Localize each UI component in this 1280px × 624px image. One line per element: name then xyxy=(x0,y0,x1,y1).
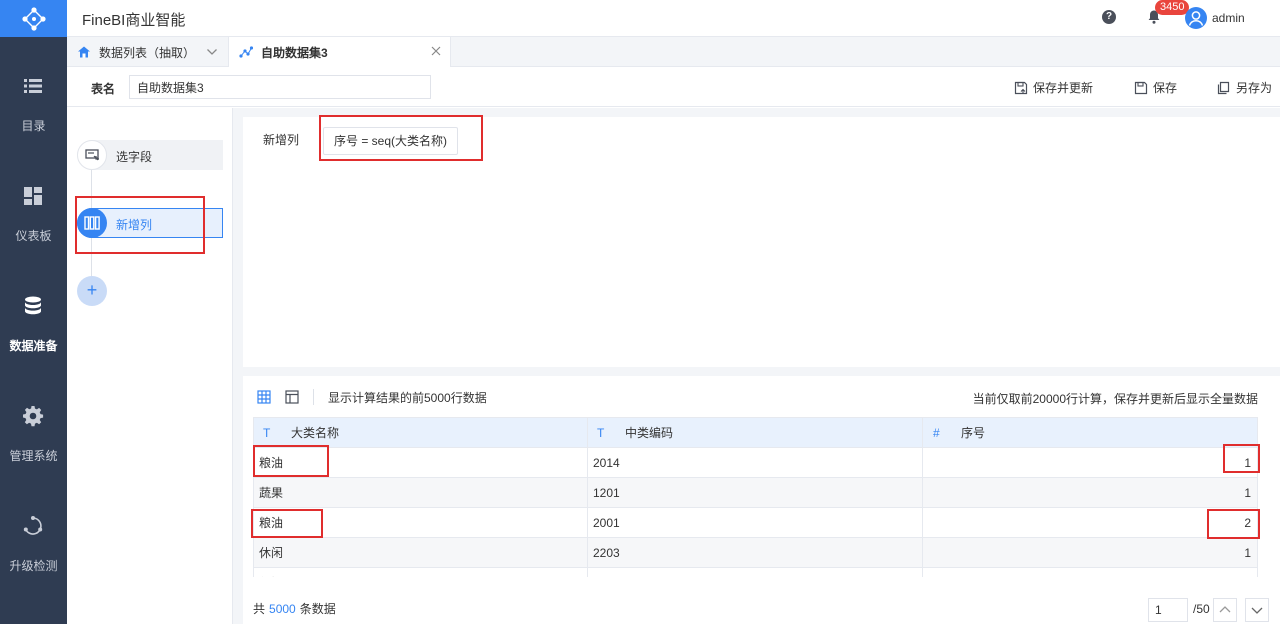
table-cell[interactable]: 休闲 xyxy=(254,568,588,577)
table-row: 休闲 xyxy=(254,568,1257,577)
highlight-box-row1-seq xyxy=(1223,444,1260,473)
page-total: /50 xyxy=(1193,602,1210,616)
column-header[interactable]: T 大类名称 xyxy=(254,418,588,448)
preview-toolbar: 显示计算结果的前5000行数据 xyxy=(257,388,487,406)
text-type-icon: T xyxy=(263,426,271,440)
save-as-label: 另存为 xyxy=(1236,81,1273,95)
step-select-fields[interactable]: 选字段 xyxy=(77,140,223,170)
column-header[interactable]: T 中类编码 xyxy=(588,418,923,448)
sidebar-item-label: 数据准备 xyxy=(9,339,58,353)
save-update-button[interactable]: 保存并更新 xyxy=(1014,79,1093,96)
highlight-box-row1-name xyxy=(253,445,329,477)
upgrade-icon xyxy=(23,516,43,535)
table-name-row: 表名 保存并更新 保存 另存为 xyxy=(67,67,1280,107)
list-icon xyxy=(24,79,42,93)
row-count: 共 5000 条数据 xyxy=(253,602,336,616)
table-cell[interactable]: 2203 xyxy=(588,538,923,568)
table-name-input[interactable] xyxy=(129,75,431,99)
add-step-button[interactable]: + xyxy=(77,276,107,306)
tab-label: 自助数据集3 xyxy=(261,45,328,60)
column-header[interactable]: # 序号 xyxy=(923,418,1257,448)
select-field-icon xyxy=(85,149,99,161)
step-label: 选字段 xyxy=(116,150,153,164)
prev-page-button[interactable] xyxy=(1213,598,1237,622)
table-header-row: T 大类名称 T 中类编码 # 序号 xyxy=(254,418,1257,448)
page-number-input[interactable] xyxy=(1148,598,1188,622)
chevron-down-icon[interactable] xyxy=(206,46,218,58)
table-row: 蔬果 1201 1 xyxy=(254,478,1257,508)
next-page-button[interactable] xyxy=(1245,598,1269,622)
preview-panel: 显示计算结果的前5000行数据 当前仅取前20000行计算，保存并更新后显示全量… xyxy=(243,376,1280,624)
sidebar-item-label: 管理系统 xyxy=(9,449,58,463)
table-cell[interactable]: 1 xyxy=(923,538,1257,568)
database-icon xyxy=(25,296,41,315)
tab-dataset-3[interactable]: 自助数据集3 xyxy=(229,37,451,67)
table-cell[interactable]: 1201 xyxy=(588,478,923,508)
save-icon xyxy=(1134,81,1148,94)
sidebar-item-catalog[interactable]: 目录 xyxy=(0,37,67,147)
formula-label: 新增列 xyxy=(263,133,300,147)
table-cell[interactable]: 1 xyxy=(923,448,1257,478)
tab-label: 数据列表（抽取） xyxy=(99,45,196,60)
username[interactable]: admin xyxy=(1212,11,1245,25)
tab-bar: 数据列表（抽取） 自助数据集3 xyxy=(67,37,1280,67)
dataset-icon xyxy=(239,46,253,58)
table-row: 粮油 2001 2 xyxy=(254,508,1257,538)
chevron-down-icon xyxy=(1251,607,1263,614)
step-circle xyxy=(77,140,107,170)
layout-view-icon[interactable] xyxy=(285,390,299,404)
preview-table: T 大类名称 T 中类编码 # 序号 粮油 2014 1 蔬果 1201 1 粮油 2… xyxy=(253,417,1258,577)
table-cell[interactable]: 2001 xyxy=(588,508,923,538)
gear-icon xyxy=(23,406,44,427)
grid-view-icon[interactable] xyxy=(257,390,271,404)
table-cell[interactable]: 1 xyxy=(923,478,1257,508)
number-type-icon: # xyxy=(933,426,940,440)
highlight-box-row3-seq xyxy=(1207,509,1260,539)
app-title: FineBI商业智能 xyxy=(82,12,186,29)
close-icon[interactable] xyxy=(430,45,442,57)
sidebar-item-label: 升级检测 xyxy=(9,559,58,573)
highlight-box-row3-name xyxy=(251,509,323,538)
dashboard-icon xyxy=(24,187,42,205)
logo[interactable] xyxy=(0,0,67,37)
table-name-label: 表名 xyxy=(91,82,116,96)
highlight-box-step xyxy=(75,196,205,254)
table-cell[interactable]: 蔬果 xyxy=(254,478,588,508)
tab-data-list[interactable]: 数据列表（抽取） xyxy=(67,37,229,67)
table-row: 粮油 2014 1 xyxy=(254,448,1257,478)
steps-panel: 选字段 新增列 + xyxy=(67,108,233,624)
top-bar: FineBI商业智能 ? 3450 admin xyxy=(0,0,1280,37)
text-type-icon: T xyxy=(597,426,605,440)
highlight-box-formula xyxy=(319,115,483,161)
save-update-label: 保存并更新 xyxy=(1033,81,1094,95)
table-cell[interactable] xyxy=(588,568,923,577)
save-button[interactable]: 保存 xyxy=(1134,79,1177,96)
avatar[interactable] xyxy=(1185,7,1207,29)
home-icon xyxy=(78,46,90,58)
save-update-icon xyxy=(1014,81,1028,94)
table-cell[interactable]: 2014 xyxy=(588,448,923,478)
toolbar-divider xyxy=(313,389,314,405)
sidebar-item-admin[interactable]: 管理系统 xyxy=(0,367,67,477)
table-cell[interactable] xyxy=(923,568,1257,577)
finebi-logo-icon xyxy=(21,6,46,31)
preview-description: 显示计算结果的前5000行数据 xyxy=(328,390,487,405)
sidebar-item-data-prep[interactable]: 数据准备 xyxy=(0,257,67,367)
sidebar-item-upgrade[interactable]: 升级检测 xyxy=(0,477,67,587)
preview-note: 当前仅取前20000行计算，保存并更新后显示全量数据 xyxy=(972,392,1258,406)
sidebar: 目录 仪表板 数据准备 管理系统 升级检测 xyxy=(0,37,67,624)
save-label: 保存 xyxy=(1153,81,1178,95)
row-count-number: 5000 xyxy=(269,602,296,616)
save-as-icon xyxy=(1217,81,1230,94)
sidebar-item-dashboard[interactable]: 仪表板 xyxy=(0,147,67,257)
sidebar-item-label: 目录 xyxy=(21,119,46,133)
chevron-up-icon xyxy=(1219,606,1231,613)
save-as-button[interactable]: 另存为 xyxy=(1217,79,1272,96)
table-cell[interactable]: 休闲 xyxy=(254,538,588,568)
user-icon xyxy=(1188,11,1204,26)
help-icon[interactable]: ? xyxy=(1102,10,1116,24)
sidebar-item-label: 仪表板 xyxy=(15,229,52,243)
table-row: 休闲 2203 1 xyxy=(254,538,1257,568)
